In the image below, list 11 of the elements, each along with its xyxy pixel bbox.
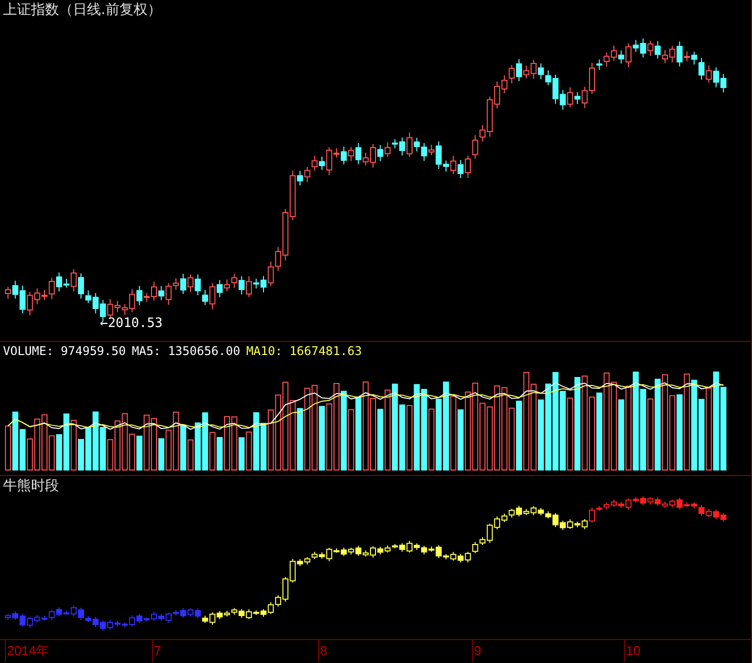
- axis-label: 8: [320, 644, 328, 657]
- legend-value: VOLUME: 974959.50: [3, 345, 126, 357]
- chart-title: 上证指数（日线.前复权）: [3, 3, 162, 17]
- axis-label: 2014年: [7, 644, 49, 657]
- low-price-label: ←2010.53: [100, 317, 163, 330]
- axis-label: 7: [154, 644, 162, 657]
- legend-value: MA10: 1667481.63: [246, 345, 362, 357]
- indicator-title: 牛熊时段: [3, 479, 59, 493]
- axis-label: 10: [626, 644, 640, 657]
- axis-label: 9: [474, 644, 482, 657]
- legend-value: MA5: 1350656.00: [132, 345, 240, 357]
